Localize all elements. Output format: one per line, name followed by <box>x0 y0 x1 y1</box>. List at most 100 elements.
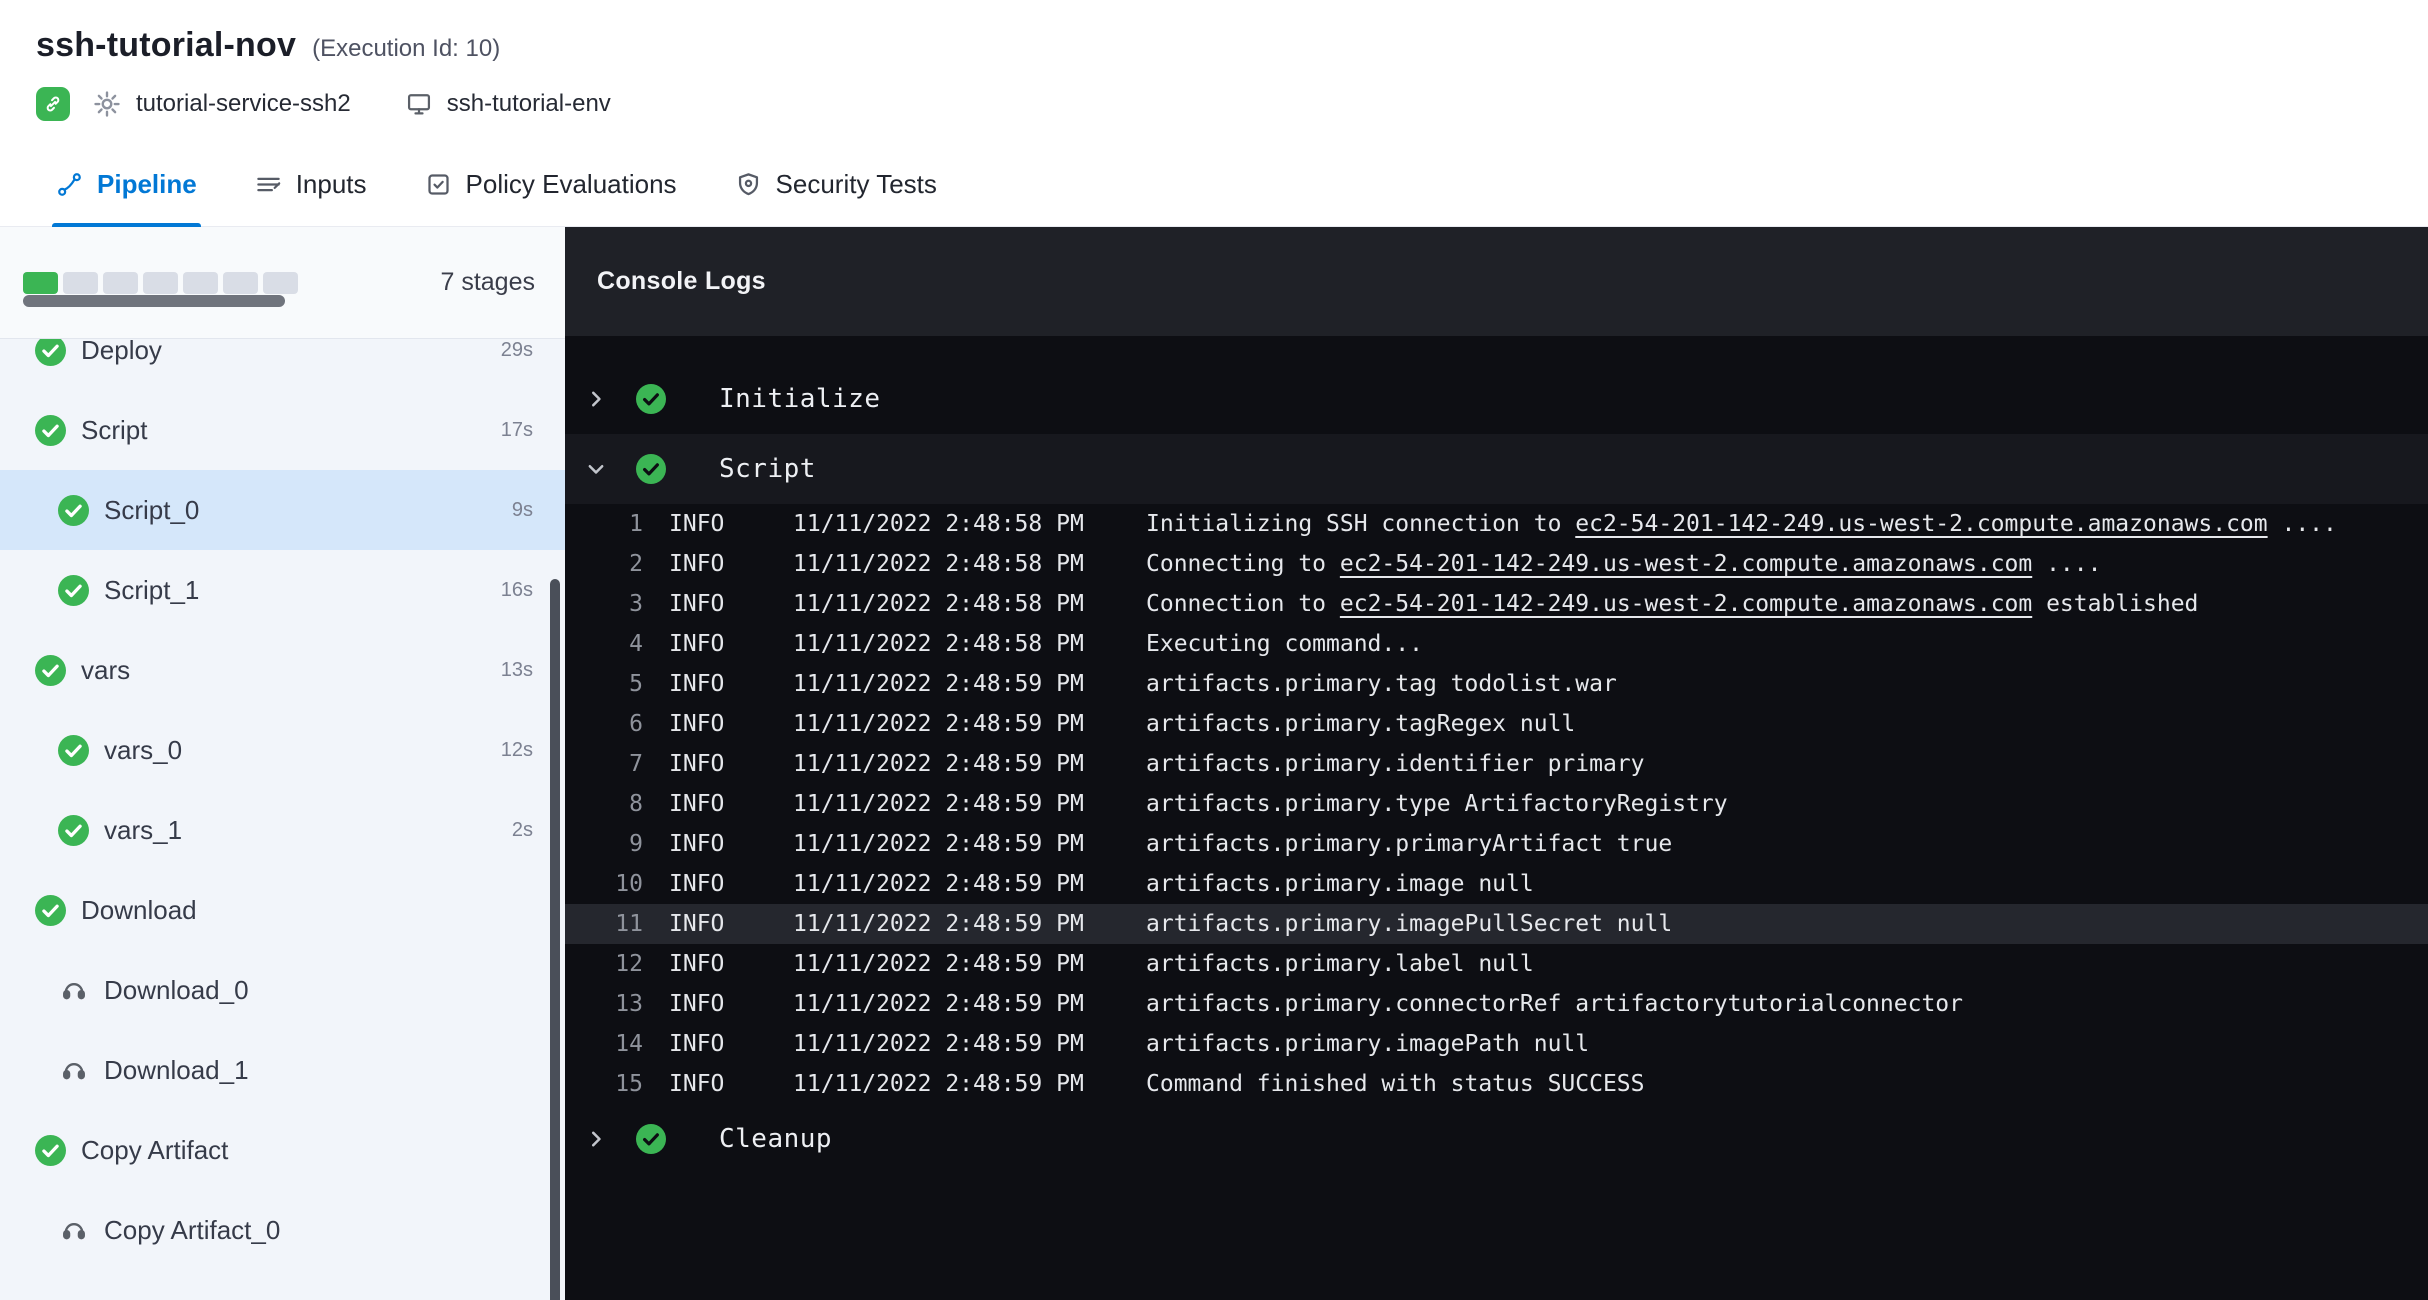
log-line[interactable]: 5 INFO 11/11/2022 2:48:59 PM artifacts.p… <box>565 664 2428 704</box>
stage-row-deploy[interactable]: Deploy 29s <box>0 339 565 390</box>
log-link[interactable]: ec2-54-201-142-249.us-west-2.compute.ama… <box>1340 591 2032 617</box>
stage-label: Script_0 <box>104 495 502 526</box>
chevron-right-icon[interactable] <box>577 388 615 410</box>
tab-label: Inputs <box>296 169 367 200</box>
service-name[interactable]: tutorial-service-ssh2 <box>136 90 351 118</box>
log-timestamp: 11/11/2022 2:48:58 PM <box>793 631 1146 657</box>
log-section-initialize[interactable]: Initialize <box>565 364 2428 434</box>
success-check-icon <box>631 454 671 484</box>
log-line-number: 5 <box>565 671 669 697</box>
log-timestamp: 11/11/2022 2:48:59 PM <box>793 711 1146 737</box>
stage-duration: 29s <box>501 339 533 362</box>
progress-segment <box>223 272 258 294</box>
tab-security-tests[interactable]: Security Tests <box>735 143 937 226</box>
log-timestamp: 11/11/2022 2:48:59 PM <box>793 791 1146 817</box>
log-line-number: 12 <box>565 951 669 977</box>
log-line[interactable]: 13 INFO 11/11/2022 2:48:59 PM artifacts.… <box>565 984 2428 1024</box>
log-message-text: artifacts.primary.image null <box>1146 871 1534 897</box>
chevron-right-icon[interactable] <box>577 1128 615 1150</box>
log-line[interactable]: 2 INFO 11/11/2022 2:48:58 PM Connecting … <box>565 544 2428 584</box>
stage-label: vars_0 <box>104 735 491 766</box>
stage-duration: 9s <box>512 499 533 522</box>
tab-inputs[interactable]: Inputs <box>255 143 367 226</box>
log-message-text: Command finished with status SUCCESS <box>1146 1071 1645 1097</box>
log-message: artifacts.primary.identifier primary <box>1146 751 2428 777</box>
stage-row-download[interactable]: Download <box>0 870 565 950</box>
execution-meta-row: tutorial-service-ssh2 ssh-tutorial-env <box>36 87 2428 143</box>
log-level: INFO <box>669 1031 793 1057</box>
log-line[interactable]: 7 INFO 11/11/2022 2:48:59 PM artifacts.p… <box>565 744 2428 784</box>
log-section-cleanup[interactable]: Cleanup <box>565 1104 2428 1174</box>
console-body: Initialize Script 1 INFO 11/11/202 <box>565 336 2428 1300</box>
log-line[interactable]: 12 INFO 11/11/2022 2:48:59 PM artifacts.… <box>565 944 2428 984</box>
log-message-text: artifacts.primary.tag todolist.war <box>1146 671 1617 697</box>
log-timestamp: 11/11/2022 2:48:58 PM <box>793 551 1146 577</box>
stage-duration: 16s <box>501 579 533 602</box>
log-line-highlighted[interactable]: 11 INFO 11/11/2022 2:48:59 PM artifacts.… <box>565 904 2428 944</box>
log-line[interactable]: 1 INFO 11/11/2022 2:48:58 PM Initializin… <box>565 504 2428 544</box>
log-line-number: 10 <box>565 871 669 897</box>
log-line-number: 13 <box>565 991 669 1017</box>
tab-bar: Pipeline Inputs Policy Evaluations <box>0 143 2428 227</box>
stage-row-download-0[interactable]: Download_0 <box>0 950 565 1030</box>
sidebar-scrollbar[interactable] <box>550 579 560 1300</box>
log-timestamp: 11/11/2022 2:48:58 PM <box>793 591 1146 617</box>
chevron-down-icon[interactable] <box>577 458 615 480</box>
progress-scrollbar[interactable] <box>23 295 285 307</box>
log-line[interactable]: 4 INFO 11/11/2022 2:48:58 PM Executing c… <box>565 624 2428 664</box>
stage-label: vars_1 <box>104 815 502 846</box>
stage-row-vars[interactable]: vars 13s <box>0 630 565 710</box>
log-line[interactable]: 9 INFO 11/11/2022 2:48:59 PM artifacts.p… <box>565 824 2428 864</box>
log-message-text: .... <box>2032 551 2101 577</box>
stage-row-copy-artifact[interactable]: Copy Artifact <box>0 1110 565 1190</box>
stage-list: Deploy 29s Script 17s Script_0 9s <box>0 339 565 1300</box>
log-message-text: .... <box>2268 511 2337 537</box>
stage-count: 7 stages <box>440 268 535 297</box>
section-label: Script <box>719 454 816 484</box>
log-timestamp: 11/11/2022 2:48:58 PM <box>793 511 1146 537</box>
success-check-icon <box>35 415 66 446</box>
log-line[interactable]: 14 INFO 11/11/2022 2:48:59 PM artifacts.… <box>565 1024 2428 1064</box>
success-status-icon <box>36 87 70 121</box>
log-section-script[interactable]: Script <box>565 434 2428 504</box>
command-step-icon <box>58 1055 89 1086</box>
tab-policy-evaluations[interactable]: Policy Evaluations <box>425 143 677 226</box>
success-check-icon <box>58 815 89 846</box>
tab-pipeline[interactable]: Pipeline <box>56 143 197 226</box>
log-line[interactable]: 8 INFO 11/11/2022 2:48:59 PM artifacts.p… <box>565 784 2428 824</box>
log-line-number: 3 <box>565 591 669 617</box>
log-line-number: 11 <box>565 911 669 937</box>
log-link[interactable]: ec2-54-201-142-249.us-west-2.compute.ama… <box>1575 511 2267 537</box>
stage-row-copy-artifact-0[interactable]: Copy Artifact_0 <box>0 1190 565 1270</box>
log-message: artifacts.primary.tagRegex null <box>1146 711 2428 737</box>
log-level: INFO <box>669 631 793 657</box>
gear-icon[interactable] <box>92 89 122 119</box>
console-header: Console Logs <box>565 227 2428 336</box>
log-link[interactable]: ec2-54-201-142-249.us-west-2.compute.ama… <box>1340 551 2032 577</box>
environment-name[interactable]: ssh-tutorial-env <box>447 90 611 118</box>
success-check-icon <box>631 384 671 414</box>
tab-label: Security Tests <box>776 169 937 200</box>
log-message-text: artifacts.primary.tagRegex null <box>1146 711 1575 737</box>
log-message: Connecting to ec2-54-201-142-249.us-west… <box>1146 551 2428 577</box>
stage-row-download-1[interactable]: Download_1 <box>0 1030 565 1110</box>
stage-row-vars-0[interactable]: vars_0 12s <box>0 710 565 790</box>
stage-row-vars-1[interactable]: vars_1 2s <box>0 790 565 870</box>
log-line-number: 4 <box>565 631 669 657</box>
stage-label: Copy Artifact <box>81 1135 523 1166</box>
log-line[interactable]: 10 INFO 11/11/2022 2:48:59 PM artifacts.… <box>565 864 2428 904</box>
command-step-icon <box>58 975 89 1006</box>
inputs-icon <box>255 171 282 198</box>
log-level: INFO <box>669 951 793 977</box>
log-message: Executing command... <box>1146 631 2428 657</box>
stage-row-script-0[interactable]: Script_0 9s <box>0 470 565 550</box>
log-line[interactable]: 3 INFO 11/11/2022 2:48:58 PM Connection … <box>565 584 2428 624</box>
log-line[interactable]: 6 INFO 11/11/2022 2:48:59 PM artifacts.p… <box>565 704 2428 744</box>
log-line[interactable]: 15 INFO 11/11/2022 2:48:59 PM Command fi… <box>565 1064 2428 1104</box>
progress-segment <box>183 272 218 294</box>
stage-row-script[interactable]: Script 17s <box>0 390 565 470</box>
log-timestamp: 11/11/2022 2:48:59 PM <box>793 1031 1146 1057</box>
log-message: artifacts.primary.imagePath null <box>1146 1031 2428 1057</box>
stage-row-script-1[interactable]: Script_1 16s <box>0 550 565 630</box>
log-message-text: artifacts.primary.label null <box>1146 951 1534 977</box>
